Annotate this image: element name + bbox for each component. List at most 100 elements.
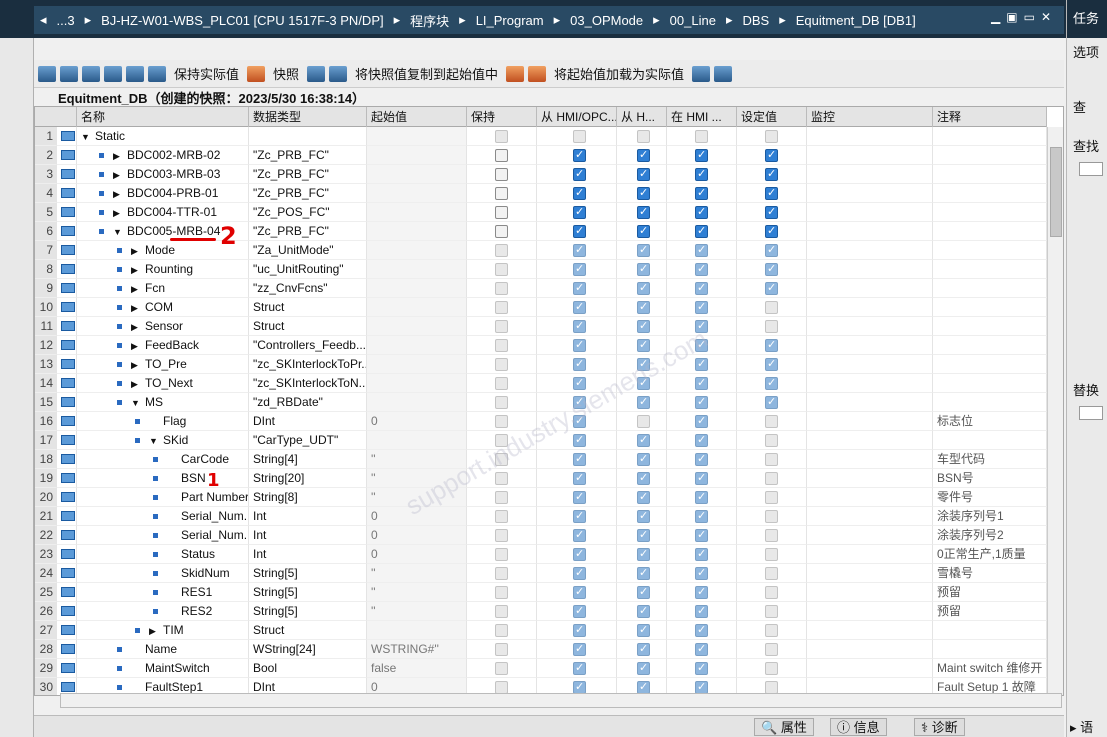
comment-cell[interactable] xyxy=(933,431,1047,450)
attribute-checkbox[interactable] xyxy=(695,605,708,618)
attribute-checkbox[interactable] xyxy=(695,301,708,314)
vertical-scroll-thumb[interactable] xyxy=(1050,147,1062,237)
attribute-checkbox[interactable] xyxy=(495,168,508,181)
data-type-cell[interactable]: "zz_CnvFcns" xyxy=(249,279,367,298)
data-type-cell[interactable]: "zc_SKInterlockToN... xyxy=(249,374,367,393)
attribute-checkbox[interactable] xyxy=(695,624,708,637)
comment-cell[interactable]: 标志位 xyxy=(933,412,1047,431)
name-cell[interactable]: Serial_Num... xyxy=(77,526,249,545)
attribute-checkbox[interactable] xyxy=(573,491,586,504)
attribute-checkbox[interactable] xyxy=(637,339,650,352)
row-number[interactable]: 27 xyxy=(35,621,57,640)
data-type-cell[interactable]: "Zc_PRB_FC" xyxy=(249,222,367,241)
attribute-checkbox[interactable] xyxy=(695,415,708,428)
comment-cell[interactable] xyxy=(933,336,1047,355)
data-type-cell[interactable]: Struct xyxy=(249,621,367,640)
header-hmi1[interactable]: 从 HMI/OPC... xyxy=(537,107,617,127)
attribute-checkbox[interactable] xyxy=(695,548,708,561)
table-row[interactable]: 25 RES1 String[5]'' 预留 xyxy=(35,583,1047,602)
attribute-checkbox[interactable] xyxy=(765,168,778,181)
attribute-checkbox[interactable] xyxy=(495,339,508,352)
name-cell[interactable]: ▶ TO_Next xyxy=(77,374,249,393)
expand-arrow-icon[interactable]: ▶ xyxy=(131,375,141,392)
attribute-checkbox[interactable] xyxy=(765,453,778,466)
table-row[interactable]: 22 Serial_Num...Int0 涂装序列号2 xyxy=(35,526,1047,545)
table-row[interactable]: 4 ▶ BDC004-PRB-01 "Zc_PRB_FC" xyxy=(35,184,1047,203)
name-cell[interactable]: CarCode xyxy=(77,450,249,469)
expand-arrow-icon[interactable]: ▶ xyxy=(131,299,141,316)
list-icon[interactable] xyxy=(126,65,144,82)
comment-cell[interactable]: 预留 xyxy=(933,602,1047,621)
table-row[interactable]: 19BSNString[20]''BSN号 xyxy=(35,469,1047,488)
attribute-checkbox[interactable] xyxy=(573,339,586,352)
row-number[interactable]: 5 xyxy=(35,203,57,222)
comment-cell[interactable] xyxy=(933,374,1047,393)
start-value-cell[interactable] xyxy=(367,621,467,640)
snapshot-icon-1[interactable] xyxy=(307,65,326,82)
attribute-checkbox[interactable] xyxy=(765,282,778,295)
properties-tab[interactable]: 🔍 属性 xyxy=(754,718,814,736)
insert-row-icon[interactable] xyxy=(38,65,56,82)
attribute-checkbox[interactable] xyxy=(695,434,708,447)
replace-input[interactable] xyxy=(1079,406,1103,420)
attribute-checkbox[interactable] xyxy=(765,187,778,200)
attribute-checkbox[interactable] xyxy=(637,586,650,599)
table-row[interactable]: 27 ▶ TIM Struct xyxy=(35,621,1047,640)
attribute-checkbox[interactable] xyxy=(495,282,508,295)
start-value-cell[interactable]: 0 xyxy=(367,545,467,564)
attribute-checkbox[interactable] xyxy=(765,605,778,618)
attribute-checkbox[interactable] xyxy=(695,643,708,656)
attribute-checkbox[interactable] xyxy=(495,662,508,675)
attribute-checkbox[interactable] xyxy=(695,453,708,466)
attribute-checkbox[interactable] xyxy=(695,396,708,409)
attribute-checkbox[interactable] xyxy=(637,415,650,428)
data-type-cell[interactable]: "Zc_PRB_FC" xyxy=(249,146,367,165)
attribute-checkbox[interactable] xyxy=(765,130,778,143)
attribute-checkbox[interactable] xyxy=(695,377,708,390)
comment-cell[interactable]: 预留 xyxy=(933,583,1047,602)
row-number[interactable]: 30 xyxy=(35,678,57,695)
header-hmi2[interactable]: 从 H... xyxy=(617,107,667,127)
attribute-checkbox[interactable] xyxy=(765,206,778,219)
table-row[interactable]: 13 ▶ TO_Pre "zc_SKInterlockToPr... xyxy=(35,355,1047,374)
attribute-checkbox[interactable] xyxy=(695,358,708,371)
header-comment[interactable]: 注释 xyxy=(933,107,1047,127)
data-type-cell[interactable]: "Za_UnitMode" xyxy=(249,241,367,260)
row-number[interactable]: 28 xyxy=(35,640,57,659)
name-cell[interactable]: Part Number xyxy=(77,488,249,507)
row-number[interactable]: 24 xyxy=(35,564,57,583)
row-number[interactable]: 16 xyxy=(35,412,57,431)
attribute-checkbox[interactable] xyxy=(495,643,508,656)
attribute-checkbox[interactable] xyxy=(495,567,508,580)
table-row[interactable]: 12 ▶ FeedBack "Controllers_Feedb... xyxy=(35,336,1047,355)
name-cell[interactable]: RES1 xyxy=(77,583,249,602)
data-type-cell[interactable] xyxy=(249,127,367,146)
comment-cell[interactable] xyxy=(933,222,1047,241)
row-number[interactable]: 18 xyxy=(35,450,57,469)
name-cell[interactable]: Status xyxy=(77,545,249,564)
attribute-checkbox[interactable] xyxy=(695,662,708,675)
add-row-icon[interactable] xyxy=(60,65,78,82)
attribute-checkbox[interactable] xyxy=(573,206,586,219)
load-start-button[interactable]: 将起始值加载为实际值 xyxy=(554,64,684,83)
attribute-checkbox[interactable] xyxy=(495,225,508,238)
comment-cell[interactable]: 0正常生产,1质量 xyxy=(933,545,1047,564)
attribute-checkbox[interactable] xyxy=(765,567,778,580)
table-row[interactable]: 9 ▶ Fcn "zz_CnvFcns" xyxy=(35,279,1047,298)
monitor-icon[interactable] xyxy=(148,65,166,82)
attribute-checkbox[interactable] xyxy=(695,244,708,257)
data-type-cell[interactable]: "Zc_PRB_FC" xyxy=(249,184,367,203)
start-value-cell[interactable]: WSTRING#'' xyxy=(367,640,467,659)
table-row[interactable]: 2 ▶ BDC002-MRB-02 "Zc_PRB_FC" xyxy=(35,146,1047,165)
attribute-checkbox[interactable] xyxy=(495,529,508,542)
table-row[interactable]: 3 ▶ BDC003-MRB-03 "Zc_PRB_FC" xyxy=(35,165,1047,184)
attribute-checkbox[interactable] xyxy=(765,149,778,162)
table-row[interactable]: 29 MaintSwitch Boolfalse Maint switch 维修开 xyxy=(35,659,1047,678)
start-value-cell[interactable] xyxy=(367,393,467,412)
attribute-checkbox[interactable] xyxy=(765,396,778,409)
attribute-checkbox[interactable] xyxy=(573,624,586,637)
row-number[interactable]: 11 xyxy=(35,317,57,336)
expand-arrow-icon[interactable]: ▶ xyxy=(131,242,141,259)
attribute-checkbox[interactable] xyxy=(765,510,778,523)
attribute-checkbox[interactable] xyxy=(573,567,586,580)
